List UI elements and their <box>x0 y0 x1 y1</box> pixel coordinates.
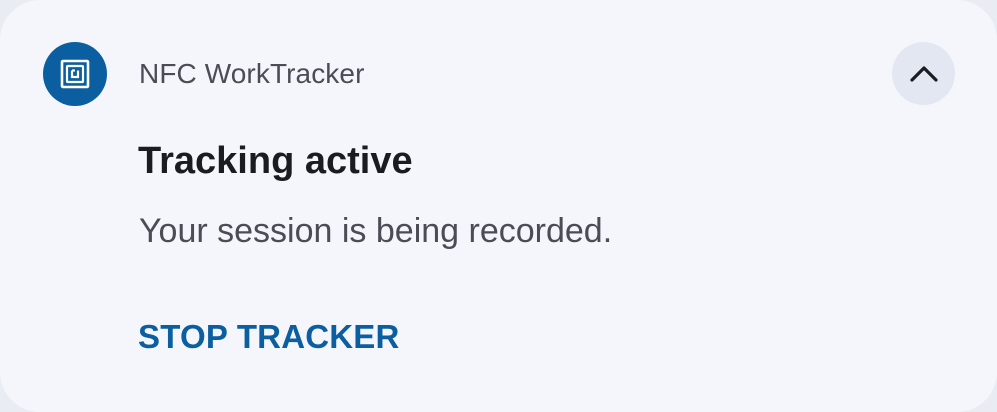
chevron-up-icon <box>909 65 938 82</box>
notification-card[interactable]: NFC WorkTracker Tracking active Your ses… <box>0 0 997 412</box>
stop-tracker-button[interactable]: STOP TRACKER <box>138 316 400 358</box>
collapse-button[interactable] <box>892 42 955 105</box>
nfc-tag-icon <box>60 59 90 89</box>
notification-title: Tracking active <box>138 140 413 182</box>
notification-body: Your session is being recorded. <box>139 212 613 250</box>
nfc-app-icon <box>43 42 107 106</box>
app-name: NFC WorkTracker <box>139 58 365 89</box>
